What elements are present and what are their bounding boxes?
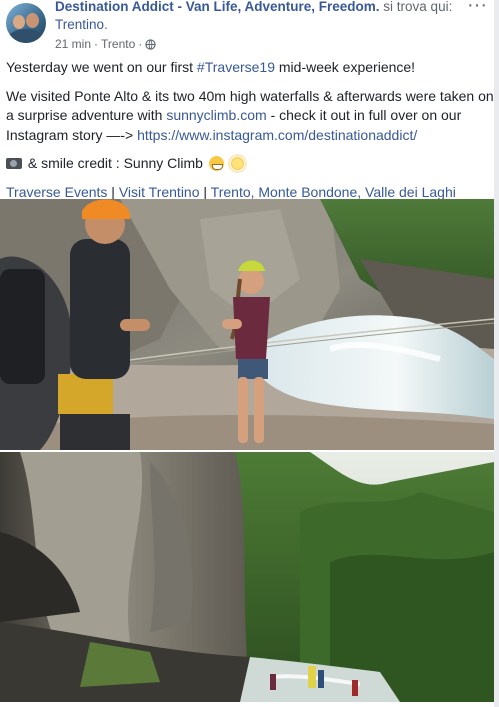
post-location[interactable]: Trento: [101, 37, 135, 51]
p1-prefix: Yesterday we went on our first: [6, 59, 197, 75]
more-options-button[interactable]: ···: [467, 0, 487, 15]
sunnyclimb-link[interactable]: sunnyclimb.com: [166, 107, 266, 123]
checkin-text: si trova qui:: [379, 0, 453, 14]
page-name-link[interactable]: Destination Addict - Van Life, Adventure…: [55, 0, 380, 14]
photo-canyon-zipline[interactable]: [0, 199, 494, 450]
globe-icon[interactable]: [145, 38, 156, 50]
tag-separator: |: [107, 183, 119, 200]
tag-traverse-events[interactable]: Traverse Events: [6, 184, 107, 200]
photo-canyon-river[interactable]: [0, 452, 494, 702]
tag-separator: |: [199, 183, 211, 200]
post-text: Yesterday we went on our first #Traverse…: [6, 58, 494, 211]
p1-suffix: mid-week experience!: [275, 59, 416, 75]
instagram-link[interactable]: https://www.instagram.com/destinationadd…: [137, 127, 417, 143]
post-header: Destination Addict - Van Life, Adventure…: [0, 0, 499, 56]
photo-2-graphic: [0, 452, 494, 702]
p3-text: & smile credit : Sunny Climb: [24, 155, 207, 171]
paragraph-2: We visited Ponte Alto & its two 40m high…: [6, 87, 494, 146]
header-line: Destination Addict - Van Life, Adventure…: [55, 0, 455, 34]
meta-dot-2: ·: [138, 37, 143, 51]
avatar-body: [8, 29, 44, 43]
place-suffix: .: [104, 17, 108, 32]
tag-trento-monte-bondone[interactable]: Trento, Monte Bondone, Valle dei Laghi: [211, 184, 456, 200]
photo-1-graphic: [0, 199, 494, 450]
hashtag-link[interactable]: #Traverse19: [197, 59, 275, 75]
scrollbar-track[interactable]: [494, 0, 499, 707]
place-link[interactable]: Trentino: [55, 17, 104, 32]
paragraph-3: & smile credit : Sunny Climb: [6, 154, 494, 174]
paragraph-1: Yesterday we went on our first #Traverse…: [6, 58, 494, 78]
page-avatar[interactable]: [6, 3, 46, 43]
sun-emoji: [229, 156, 245, 171]
meta-dot: ·: [94, 37, 99, 51]
post-meta: 21 min · Trento ·: [55, 37, 156, 51]
avatar-face-2: [26, 13, 39, 28]
grinning-face-emoji: [208, 156, 224, 171]
tag-visit-trentino[interactable]: Visit Trentino: [119, 184, 200, 200]
camera-emoji: [6, 158, 22, 169]
more-options-icon: ···: [467, 0, 487, 16]
avatar-face-1: [13, 15, 25, 29]
post-timestamp[interactable]: 21 min: [55, 37, 91, 51]
